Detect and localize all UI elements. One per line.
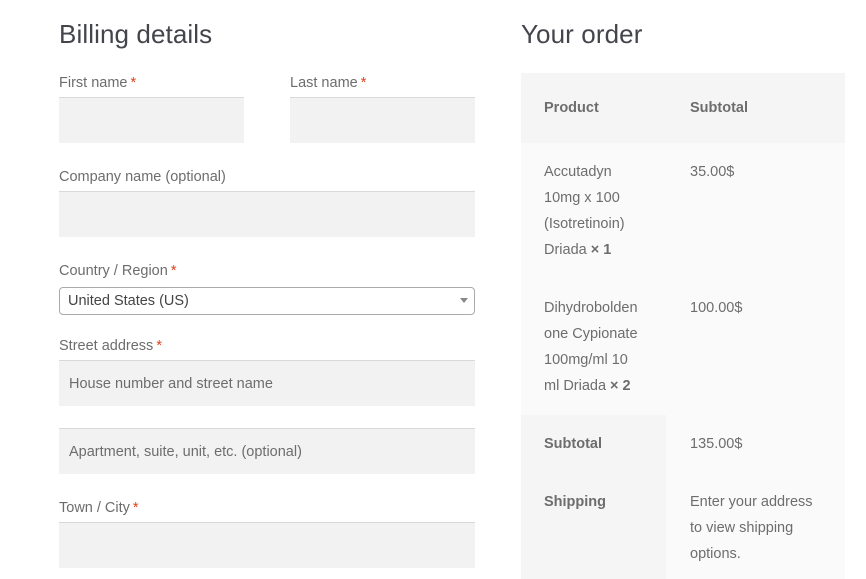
shipping-label-cell: Shipping bbox=[521, 473, 666, 579]
town-city-input[interactable] bbox=[59, 522, 475, 568]
town-city-label: Town / City * bbox=[59, 500, 139, 516]
product-column-header: Product bbox=[544, 100, 599, 116]
street-address-line2-input[interactable] bbox=[59, 428, 475, 474]
product-name: Dihydrobolden one Cypionate 100mg/ml 10 … bbox=[544, 295, 650, 399]
billing-details-title: Billing details bbox=[59, 19, 213, 49]
dropdown-arrow-icon bbox=[460, 298, 468, 303]
first-name-input[interactable] bbox=[59, 97, 244, 143]
shipping-value-cell: Enter your address to view shipping opti… bbox=[666, 473, 845, 579]
product-subtotal: 100.00$ bbox=[690, 300, 743, 316]
cart-subtotal-value: 135.00$ bbox=[690, 436, 743, 452]
country-region-select[interactable]: United States (US) bbox=[59, 287, 475, 315]
product-name-line: Driada bbox=[544, 242, 587, 258]
product-name: Accutadyn 10mg x 100 (Isotretinoin) Dria… bbox=[544, 159, 650, 263]
cart-subtotal-label-cell: Subtotal bbox=[521, 415, 666, 473]
cart-subtotal-row: Subtotal 135.00$ bbox=[521, 415, 845, 473]
country-selected-value: United States (US) bbox=[68, 293, 189, 309]
required-marker: * bbox=[156, 338, 162, 354]
product-name-line: ml Driada bbox=[544, 378, 607, 394]
town-city-label-text: Town / City bbox=[59, 500, 130, 516]
country-region-label: Country / Region * bbox=[59, 263, 176, 279]
last-name-label: Last name * bbox=[290, 75, 366, 91]
product-quantity: × 2 bbox=[610, 378, 631, 394]
product-name-line: 100mg/ml 10 bbox=[544, 352, 628, 368]
cart-subtotal-value-cell: 135.00$ bbox=[666, 415, 845, 473]
required-marker: * bbox=[170, 263, 177, 279]
product-name-line: (Isotretinoin) bbox=[544, 216, 625, 232]
shipping-label: Shipping bbox=[544, 494, 607, 510]
shipping-message-line: Enter your address bbox=[690, 494, 813, 510]
order-review-section: Your order Product Subtotal Accutadyn 10… bbox=[521, 0, 866, 579]
subtotal-column-header: Subtotal bbox=[690, 100, 748, 116]
table-row: Dihydrobolden one Cypionate 100mg/ml 10 … bbox=[521, 279, 845, 415]
street-address-line1-input[interactable] bbox=[59, 360, 475, 406]
first-name-label-text: First name bbox=[59, 75, 128, 91]
product-subtotal: 35.00$ bbox=[690, 164, 735, 180]
company-name-input[interactable] bbox=[59, 191, 475, 237]
product-name-line: Dihydrobolden bbox=[544, 300, 638, 316]
shipping-message-line: options. bbox=[690, 546, 741, 562]
required-marker: * bbox=[130, 75, 137, 91]
table-row: Accutadyn 10mg x 100 (Isotretinoin) Dria… bbox=[521, 143, 845, 279]
product-name-line: 10mg x 100 bbox=[544, 190, 620, 206]
street-address-label-text: Street address bbox=[59, 338, 154, 354]
shipping-row: Shipping Enter your address to view ship… bbox=[521, 473, 845, 579]
order-table-header: Product Subtotal bbox=[521, 73, 845, 143]
last-name-input[interactable] bbox=[290, 97, 475, 143]
company-name-label: Company name (optional) bbox=[59, 169, 226, 185]
product-name-line: one Cypionate bbox=[544, 326, 638, 342]
cart-subtotal-label: Subtotal bbox=[544, 436, 602, 452]
street-address-label: Street address * bbox=[59, 338, 162, 354]
shipping-message: Enter your address to view shipping opti… bbox=[690, 489, 840, 567]
your-order-title: Your order bbox=[521, 19, 643, 49]
product-quantity: × 1 bbox=[590, 242, 612, 258]
country-region-label-text: Country / Region bbox=[59, 263, 168, 279]
required-marker: * bbox=[132, 500, 139, 516]
shipping-message-line: to view shipping bbox=[690, 520, 794, 536]
product-name-line: Accutadyn bbox=[544, 164, 612, 180]
last-name-label-text: Last name bbox=[290, 75, 358, 91]
required-marker: * bbox=[360, 75, 367, 91]
first-name-label: First name * bbox=[59, 75, 136, 91]
